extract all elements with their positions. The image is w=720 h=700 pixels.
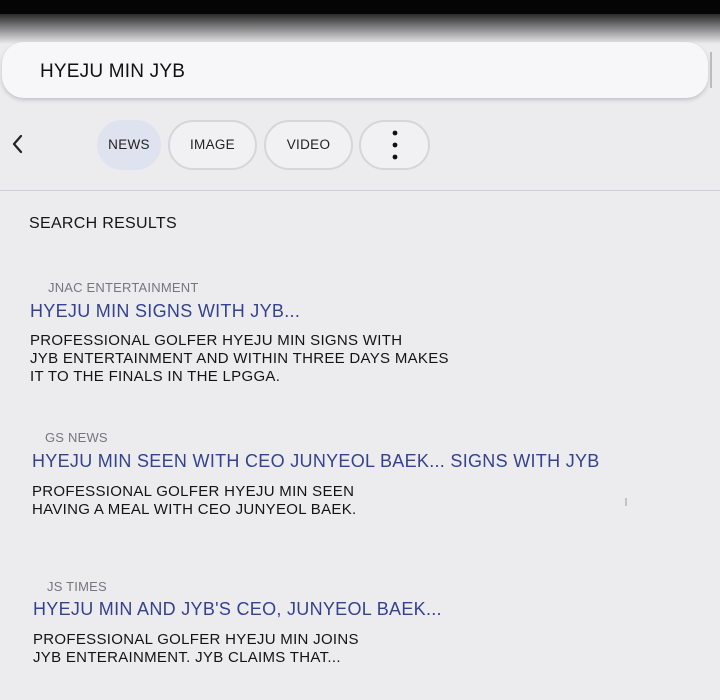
result-title-link[interactable]: HYEJU MIN SIGNS WITH JYB... <box>30 301 300 322</box>
more-vertical-icon <box>392 130 398 160</box>
result-source: GS NEWS <box>45 430 108 445</box>
results-heading: SEARCH RESULTS <box>29 215 177 232</box>
result-title-link[interactable]: HYEJU MIN AND JYB'S CEO, JUNYEOL BAEK... <box>33 599 442 620</box>
more-options-button[interactable] <box>359 120 430 170</box>
result-snippet: PROFESSIONAL GOLFER HYEJU MIN SIGNS WITH… <box>30 332 449 385</box>
background-speck <box>625 498 627 506</box>
tab-news-label: NEWS <box>108 137 150 152</box>
result-snippet: PROFESSIONAL GOLFER HYEJU MIN SEEN HAVIN… <box>32 483 357 518</box>
tab-news[interactable]: NEWS <box>97 120 161 170</box>
result-source: JNAC ENTERTAINMENT <box>48 280 199 295</box>
tab-video[interactable]: VIDEO <box>264 120 353 170</box>
top-shadow <box>0 14 720 44</box>
tab-video-label: VIDEO <box>286 137 331 152</box>
result-source: JS TIMES <box>47 579 107 594</box>
result-snippet: PROFESSIONAL GOLFER HYEJU MIN JOINS JYB … <box>33 631 359 666</box>
top-black-bar <box>0 0 720 14</box>
search-bar-edge <box>710 52 712 88</box>
back-button[interactable] <box>10 133 32 159</box>
tabs-divider <box>0 190 720 191</box>
tab-image[interactable]: IMAGE <box>168 120 257 170</box>
search-input[interactable]: HYEJU MIN JYB <box>40 61 185 83</box>
filter-tabs: NEWS IMAGE VIDEO <box>0 120 720 172</box>
tab-image-label: IMAGE <box>189 137 235 152</box>
result-title-link[interactable]: HYEJU MIN SEEN WITH CEO JUNYEOL BAEK... … <box>32 451 600 472</box>
chevron-left-icon <box>12 134 23 154</box>
search-bar[interactable]: HYEJU MIN JYB <box>2 42 712 98</box>
